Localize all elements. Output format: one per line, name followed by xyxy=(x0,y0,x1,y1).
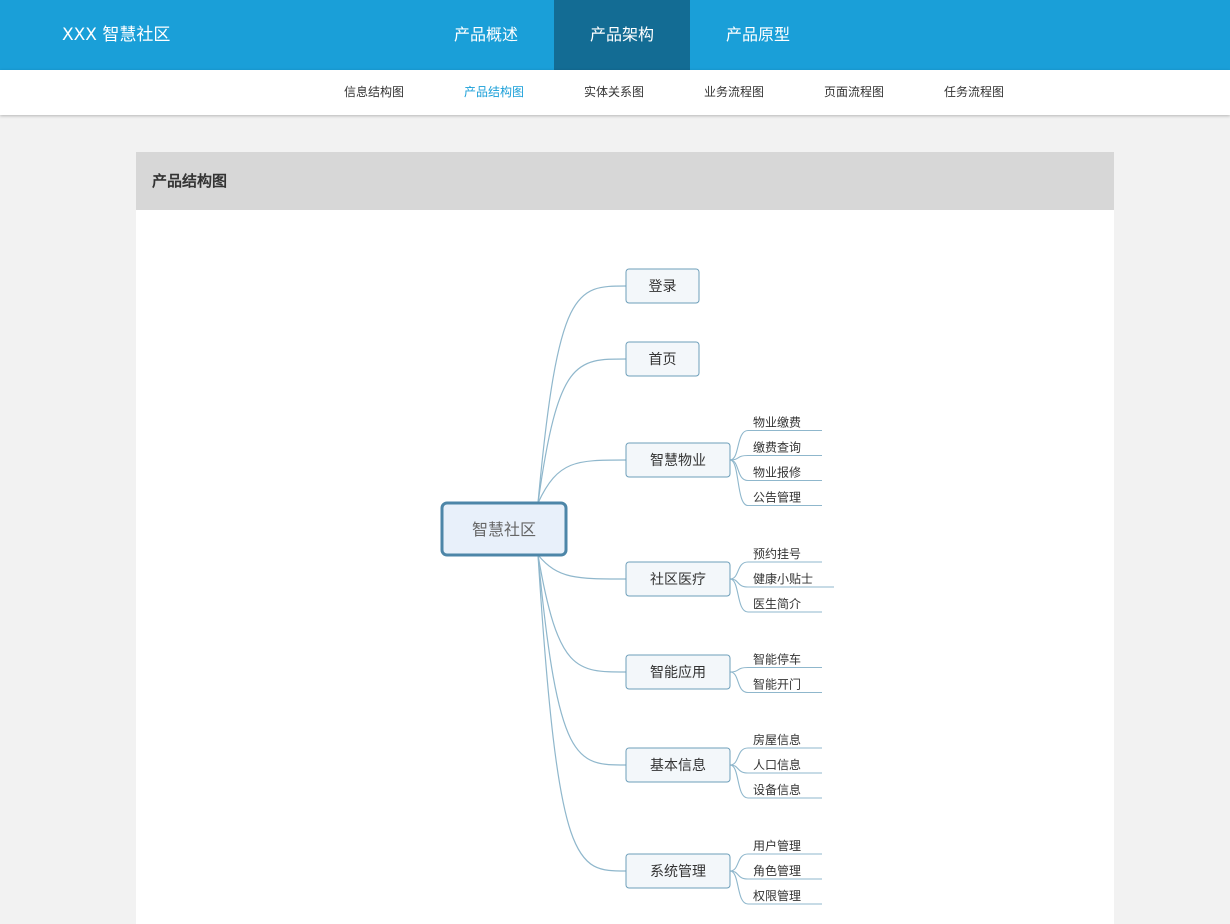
subtab-product-structure[interactable]: 产品结构图 xyxy=(434,70,554,115)
leaf-node-label[interactable]: 医生简介 xyxy=(753,597,801,611)
branch-connector xyxy=(537,459,627,504)
branch-connector xyxy=(537,554,627,580)
leaf-node-label[interactable]: 预约挂号 xyxy=(753,546,801,561)
branch-connector xyxy=(537,554,627,673)
sub-nav-bar: 信息结构图 产品结构图 实体关系图 业务流程图 页面流程图 任务流程图 xyxy=(0,70,1230,115)
tab-product-overview[interactable]: 产品概述 xyxy=(418,0,554,70)
branch-node-label: 基本信息 xyxy=(650,757,706,774)
branch-node-label: 智能应用 xyxy=(650,664,706,681)
leaf-connector xyxy=(729,666,822,673)
leaf-node-label[interactable]: 健康小贴士 xyxy=(753,571,813,586)
top-nav-bar: XXX 智慧社区 产品概述 产品架构 产品原型 xyxy=(0,0,1230,70)
subtab-info-structure[interactable]: 信息结构图 xyxy=(314,70,434,115)
branch-node-label: 社区医疗 xyxy=(650,572,706,588)
branch-node[interactable]: 首页 xyxy=(625,341,700,377)
tab-product-architecture[interactable]: 产品架构 xyxy=(554,0,691,70)
leaf-node-label[interactable]: 房屋信息 xyxy=(753,732,801,747)
branch-node-label: 系统管理 xyxy=(650,864,706,880)
branch-connector xyxy=(537,285,627,504)
leaf-node-label[interactable]: 用户管理 xyxy=(753,838,801,853)
root-node-label: 智慧社区 xyxy=(472,520,536,539)
branch-node[interactable]: 智能应用 xyxy=(625,654,731,690)
subtab-business-flow[interactable]: 业务流程图 xyxy=(674,70,794,115)
product-structure-mindmap: 智慧社区 登录首页智慧物业 物业缴费缴费查询物业报修公告管理社区医疗 预约挂号健康小贴… xyxy=(440,268,834,905)
branch-node[interactable]: 智慧物业 xyxy=(625,442,731,478)
leaf-node-label[interactable]: 物业缴费 xyxy=(753,415,801,430)
branch-node-label: 智慧物业 xyxy=(650,453,706,469)
branch-node[interactable]: 社区医疗 xyxy=(625,561,731,597)
branch-node[interactable]: 登录 xyxy=(625,268,700,304)
leaf-node-label[interactable]: 智能开门 xyxy=(753,677,801,692)
leaf-node-label[interactable]: 物业报修 xyxy=(753,465,801,480)
leaf-node-label[interactable]: 人口信息 xyxy=(753,757,801,772)
main-tabs: 产品概述 产品架构 产品原型 xyxy=(418,0,826,70)
sub-tabs: 信息结构图 产品结构图 实体关系图 业务流程图 页面流程图 任务流程图 xyxy=(314,70,1034,115)
subtab-task-flow[interactable]: 任务流程图 xyxy=(914,70,1034,115)
root-node[interactable]: 智慧社区 xyxy=(440,501,568,557)
leaf-node-label[interactable]: 缴费查询 xyxy=(753,440,801,455)
leaf-node-label[interactable]: 智能停车 xyxy=(753,652,801,667)
branch-node[interactable]: 系统管理 xyxy=(625,853,731,889)
leaf-node-label[interactable]: 权限管理 xyxy=(753,888,801,903)
branch-node[interactable]: 基本信息 xyxy=(625,747,731,783)
panel-title: 产品结构图 xyxy=(136,152,1114,210)
tab-product-prototype[interactable]: 产品原型 xyxy=(690,0,826,70)
branch-node-label: 首页 xyxy=(649,352,677,368)
subtab-entity-relation[interactable]: 实体关系图 xyxy=(554,70,674,115)
branch-connector xyxy=(537,554,627,766)
leaf-node-label[interactable]: 角色管理 xyxy=(753,863,801,878)
leaf-connector xyxy=(729,454,822,461)
branch-connector xyxy=(537,554,627,872)
subtab-page-flow[interactable]: 页面流程图 xyxy=(794,70,914,115)
leaf-node-label[interactable]: 设备信息 xyxy=(753,782,801,797)
leaf-node-label[interactable]: 公告管理 xyxy=(753,490,801,505)
content-panel: 产品结构图 智慧社区 登录首页智慧物业 物业缴费缴费查询物业报修公告管理社区医疗 预约… xyxy=(136,152,1114,924)
branch-node-label: 登录 xyxy=(649,279,677,295)
brand-title: XXX 智慧社区 xyxy=(62,25,171,45)
